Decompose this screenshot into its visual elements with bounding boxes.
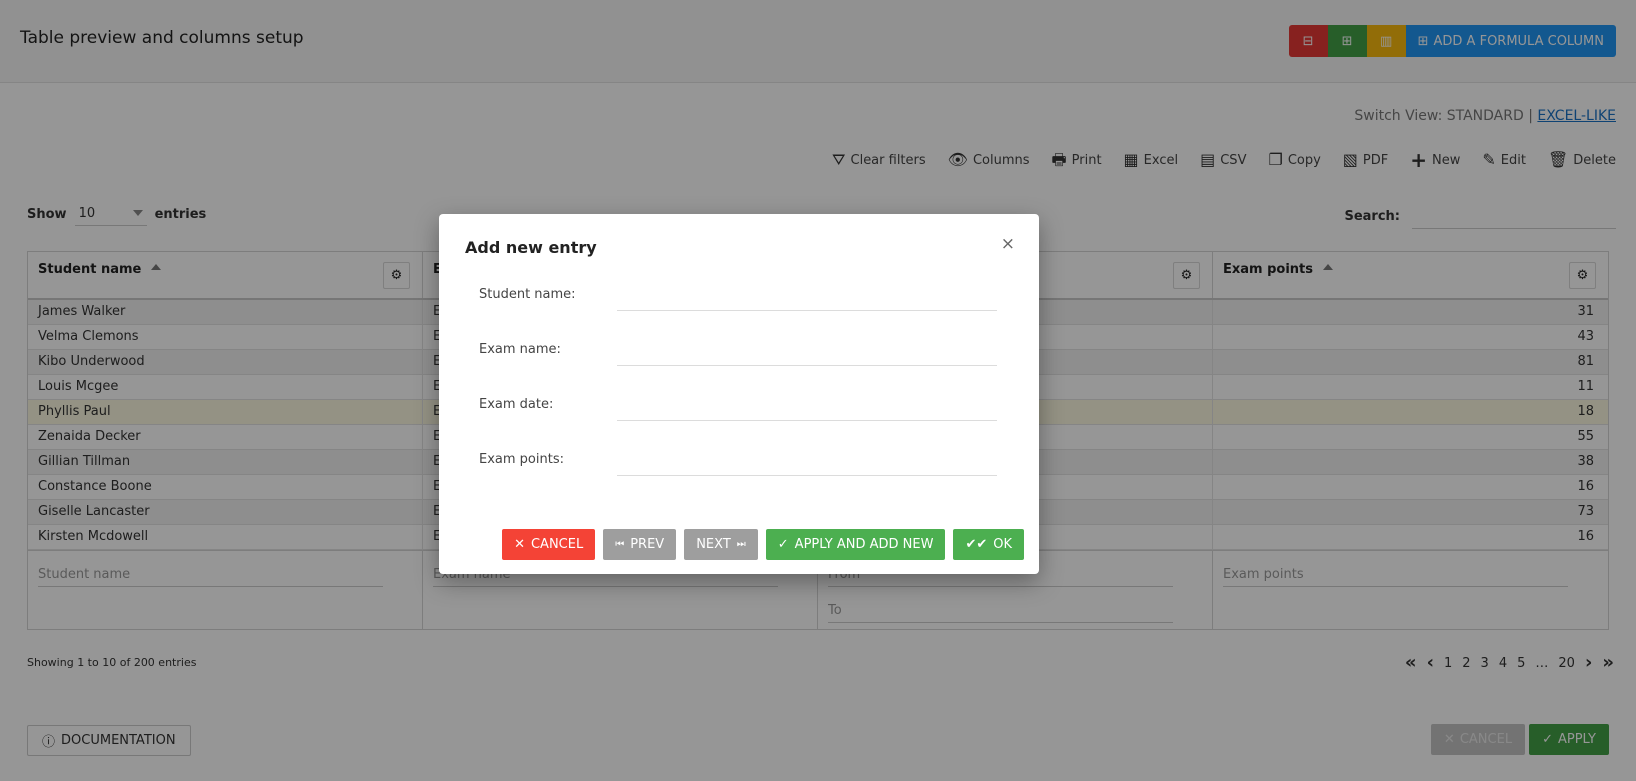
modal-apply-add-new-label: APPLY AND ADD NEW	[794, 537, 934, 552]
modal-cancel-button[interactable]: ✕ CANCEL	[502, 529, 596, 560]
modal-next-button[interactable]: NEXT ⏭	[684, 529, 758, 560]
add-entry-modal: Add new entry × Student name: Exam name:…	[439, 214, 1039, 574]
modal-cancel-label: CANCEL	[530, 537, 584, 552]
skip-next-icon: ⏭	[736, 539, 746, 550]
modal-ok-button[interactable]: ✔✔ OK	[953, 529, 1024, 560]
exam-name-label: Exam name:	[479, 342, 561, 357]
exam-points-input[interactable]	[617, 448, 997, 476]
exam-name-input[interactable]	[617, 338, 997, 366]
check-icon: ✓	[777, 537, 789, 552]
modal-actions: ✕ CANCEL ⏮ PREV NEXT ⏭ ✓ APPLY AND ADD N…	[502, 529, 1024, 560]
exam-date-label: Exam date:	[479, 397, 554, 412]
exam-date-input[interactable]	[617, 393, 997, 421]
modal-next-label: NEXT	[696, 537, 731, 552]
exam-points-label: Exam points:	[479, 452, 564, 467]
modal-apply-add-new-button[interactable]: ✓ APPLY AND ADD NEW	[765, 529, 946, 560]
modal-title: Add new entry	[465, 238, 597, 257]
modal-prev-button[interactable]: ⏮ PREV	[603, 529, 677, 560]
skip-previous-icon: ⏮	[615, 539, 625, 550]
modal-prev-label: PREV	[630, 537, 665, 552]
form-row-student-name: Student name:	[479, 277, 999, 317]
form-row-exam-date: Exam date:	[479, 387, 999, 427]
close-icon[interactable]: ×	[1001, 236, 1015, 253]
form-row-exam-points: Exam points:	[479, 442, 999, 482]
student-name-input[interactable]	[617, 283, 997, 311]
student-name-label: Student name:	[479, 287, 576, 302]
modal-ok-label: OK	[993, 537, 1012, 552]
double-check-icon: ✔✔	[965, 537, 988, 552]
form-row-exam-name: Exam name:	[479, 332, 999, 372]
close-icon: ✕	[514, 537, 525, 552]
